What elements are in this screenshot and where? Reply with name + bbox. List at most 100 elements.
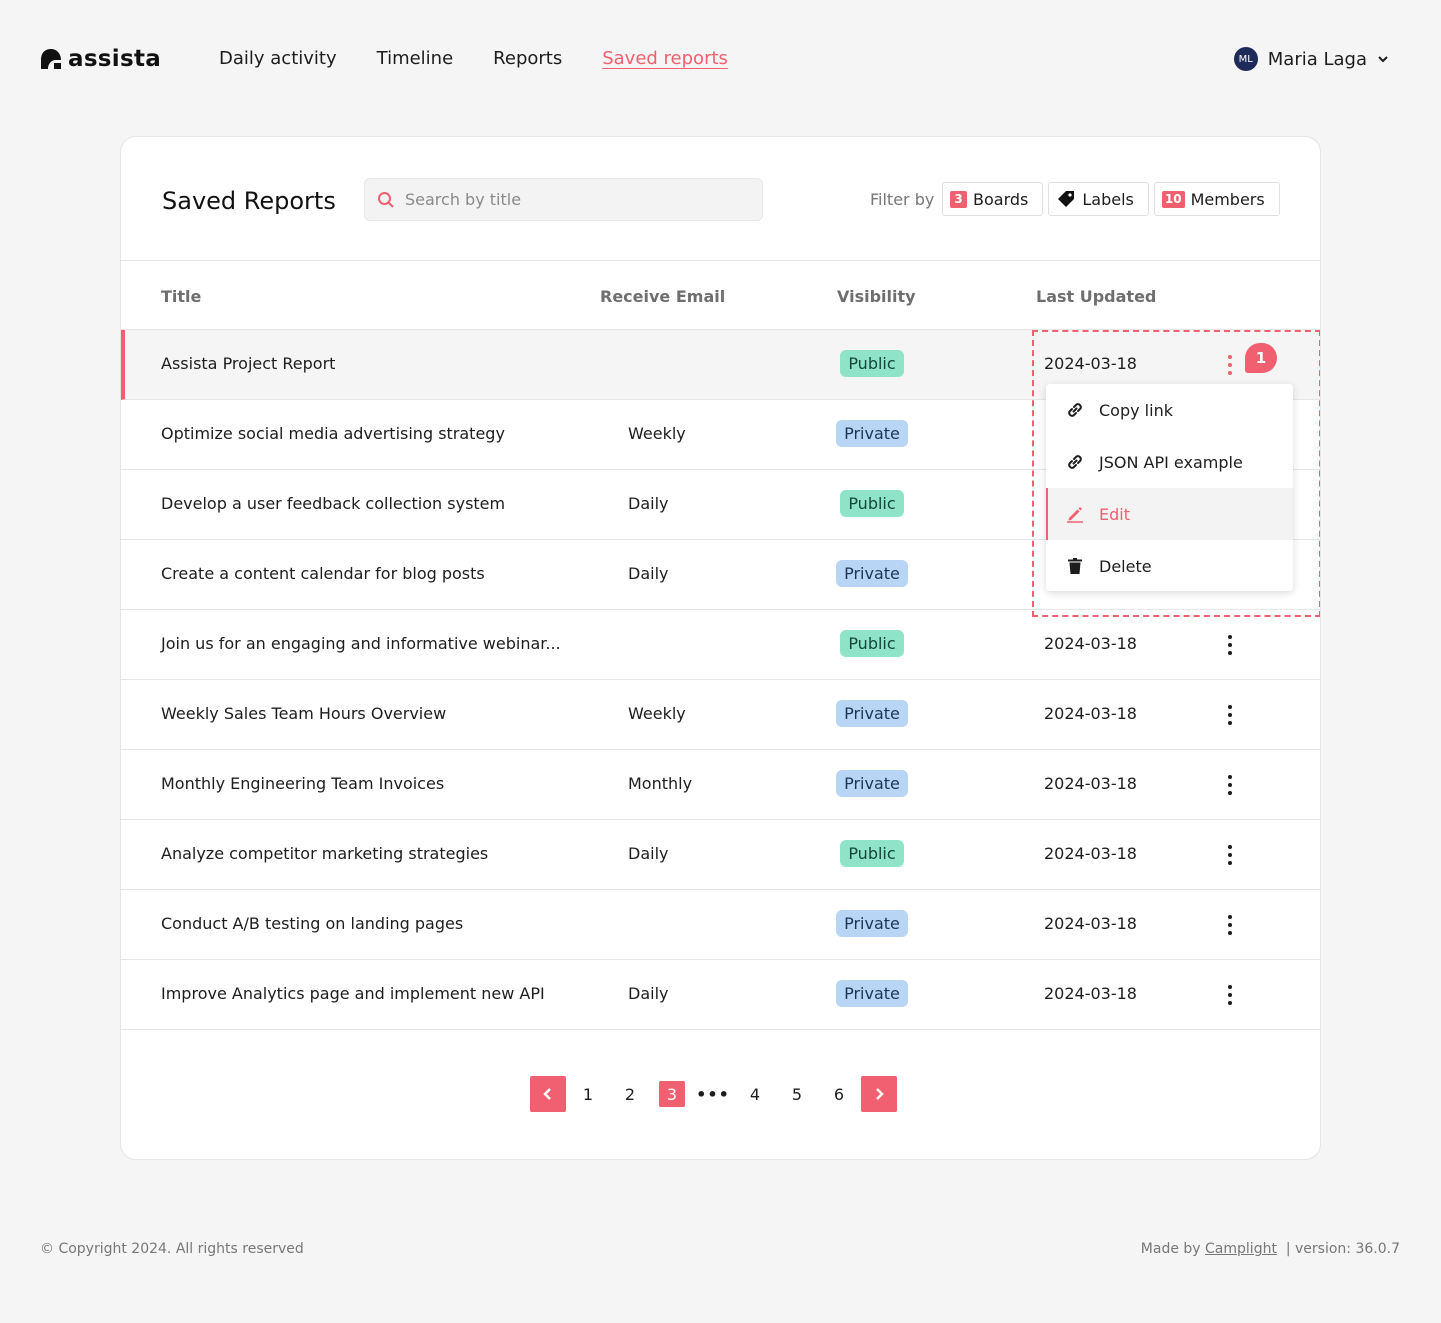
row-actions-button[interactable] — [1220, 703, 1240, 727]
row-date: 2024-03-18 — [1044, 634, 1137, 653]
row-title: Optimize social media advertising strate… — [161, 424, 505, 443]
menu-item-edit[interactable]: Edit — [1046, 488, 1293, 540]
main-nav: Daily activity Timeline Reports Saved re… — [219, 48, 728, 69]
column-visibility[interactable]: Visibility — [837, 287, 916, 306]
chevron-right-icon — [876, 1088, 884, 1100]
prev-page-button[interactable] — [530, 1076, 566, 1112]
visibility-pill: Public — [840, 630, 904, 657]
column-last-updated[interactable]: Last Updated — [1036, 287, 1156, 306]
visibility-pill: Public — [840, 350, 904, 377]
row-actions-button[interactable] — [1220, 843, 1240, 867]
page-5[interactable]: 5 — [784, 1081, 810, 1107]
page-6[interactable]: 6 — [826, 1081, 852, 1107]
table-row[interactable]: Weekly Sales Team Hours Overview Weekly … — [121, 680, 1320, 750]
page-1[interactable]: 1 — [575, 1081, 601, 1107]
row-actions-button[interactable] — [1220, 773, 1240, 797]
visibility-badge: Public — [837, 490, 907, 517]
version-text: | version: 36.0.7 — [1285, 1241, 1400, 1257]
row-email: Daily — [628, 844, 669, 863]
visibility-pill: Private — [836, 910, 908, 937]
row-title: Conduct A/B testing on landing pages — [161, 914, 464, 933]
row-title: Create a content calendar for blog posts — [161, 564, 485, 583]
page-2[interactable]: 2 — [617, 1081, 643, 1107]
filter-members-label: Members — [1190, 189, 1265, 209]
page-4[interactable]: 4 — [742, 1081, 768, 1107]
filter-labels-button[interactable]: Labels — [1048, 182, 1149, 216]
next-page-button[interactable] — [861, 1076, 897, 1112]
row-email: Daily — [628, 564, 669, 583]
visibility-badge: Private — [836, 420, 908, 447]
row-date: 2024-03-18 — [1044, 774, 1137, 793]
visibility-badge: Public — [837, 630, 907, 657]
menu-item-json-api[interactable]: JSON API example — [1046, 436, 1293, 488]
filter-members-button[interactable]: 10 Members — [1153, 182, 1280, 216]
link-icon — [1068, 403, 1082, 417]
menu-item-label: JSON API example — [1099, 452, 1243, 472]
search-input[interactable] — [405, 190, 745, 209]
chevron-left-icon — [543, 1088, 551, 1100]
row-title: Weekly Sales Team Hours Overview — [161, 704, 447, 723]
visibility-badge: Private — [836, 980, 908, 1007]
menu-item-delete[interactable]: Delete — [1046, 540, 1293, 591]
row-date: 2024-03-18 — [1044, 984, 1137, 1003]
row-actions-menu: Copy link JSON API example Edit Delete — [1046, 384, 1293, 591]
column-receive-email[interactable]: Receive Email — [600, 287, 725, 306]
nav-timeline[interactable]: Timeline — [377, 48, 454, 69]
visibility-badge: Private — [836, 700, 908, 727]
menu-item-label: Copy link — [1099, 400, 1173, 420]
visibility-badge: Public — [837, 840, 907, 867]
visibility-pill: Private — [836, 770, 908, 797]
made-by-text: Made by Camplight | version: 36.0.7 — [1141, 1241, 1400, 1257]
step-badge: 1 — [1245, 343, 1277, 373]
nav-reports[interactable]: Reports — [493, 48, 562, 69]
row-email: Weekly — [628, 424, 686, 443]
nav-saved-reports[interactable]: Saved reports — [602, 48, 728, 69]
nav-daily-activity[interactable]: Daily activity — [219, 48, 337, 69]
table-row[interactable]: Analyze competitor marketing strategies … — [121, 820, 1320, 890]
visibility-badge: Public — [837, 350, 907, 377]
row-actions-button[interactable] — [1220, 913, 1240, 937]
table-row[interactable]: Conduct A/B testing on landing pages Pri… — [121, 890, 1320, 960]
logo-text: assista — [68, 46, 162, 72]
row-actions-button[interactable] — [1220, 353, 1240, 377]
made-by-label: Made by — [1140, 1241, 1201, 1257]
row-title: Analyze competitor marketing strategies — [161, 844, 489, 863]
user-name: Maria Laga — [1267, 48, 1367, 70]
visibility-pill: Private — [836, 700, 908, 727]
table-row[interactable]: Monthly Engineering Team Invoices Monthl… — [121, 750, 1320, 820]
menu-item-copy-link[interactable]: Copy link — [1046, 384, 1293, 436]
row-actions-button[interactable] — [1220, 633, 1240, 657]
camplight-link[interactable]: Camplight — [1205, 1241, 1277, 1257]
visibility-badge: Private — [836, 770, 908, 797]
members-count-badge: 10 — [1161, 190, 1185, 208]
page-ellipsis: ••• — [696, 1084, 730, 1104]
search-icon — [378, 191, 394, 208]
search-box — [364, 178, 763, 221]
row-email: Daily — [628, 494, 669, 513]
table-header: Title Receive Email Visibility Last Upda… — [121, 260, 1320, 330]
page-3[interactable]: 3 — [659, 1081, 685, 1107]
pagination: 1 2 3 ••• 4 5 6 — [530, 1076, 897, 1112]
table-row[interactable]: Improve Analytics page and implement new… — [121, 960, 1320, 1030]
row-actions-button[interactable] — [1220, 983, 1240, 1007]
table-row[interactable]: Join us for an engaging and informative … — [121, 610, 1320, 680]
row-email: Daily — [628, 984, 669, 1003]
trash-icon — [1068, 558, 1082, 574]
column-title[interactable]: Title — [161, 287, 201, 306]
assista-logo-icon — [41, 49, 61, 69]
pencil-icon — [1067, 507, 1083, 523]
user-menu[interactable]: ML Maria Laga — [1233, 47, 1389, 71]
filter-boards-button[interactable]: 3 Boards — [942, 182, 1044, 216]
visibility-pill: Public — [840, 840, 904, 867]
row-date: 2024-03-18 — [1044, 704, 1137, 723]
filter-group: 3 Boards Labels 10 Members — [942, 182, 1280, 216]
row-title: Improve Analytics page and implement new… — [161, 984, 545, 1003]
tag-icon — [1058, 191, 1075, 207]
menu-item-label: Delete — [1099, 556, 1152, 576]
visibility-badge: Private — [836, 560, 908, 587]
row-date: 2024-03-18 — [1044, 354, 1137, 373]
filter-label: Filter by — [870, 190, 935, 209]
row-date: 2024-03-18 — [1044, 914, 1137, 933]
logo[interactable]: assista — [40, 46, 161, 72]
link-icon — [1068, 455, 1082, 469]
